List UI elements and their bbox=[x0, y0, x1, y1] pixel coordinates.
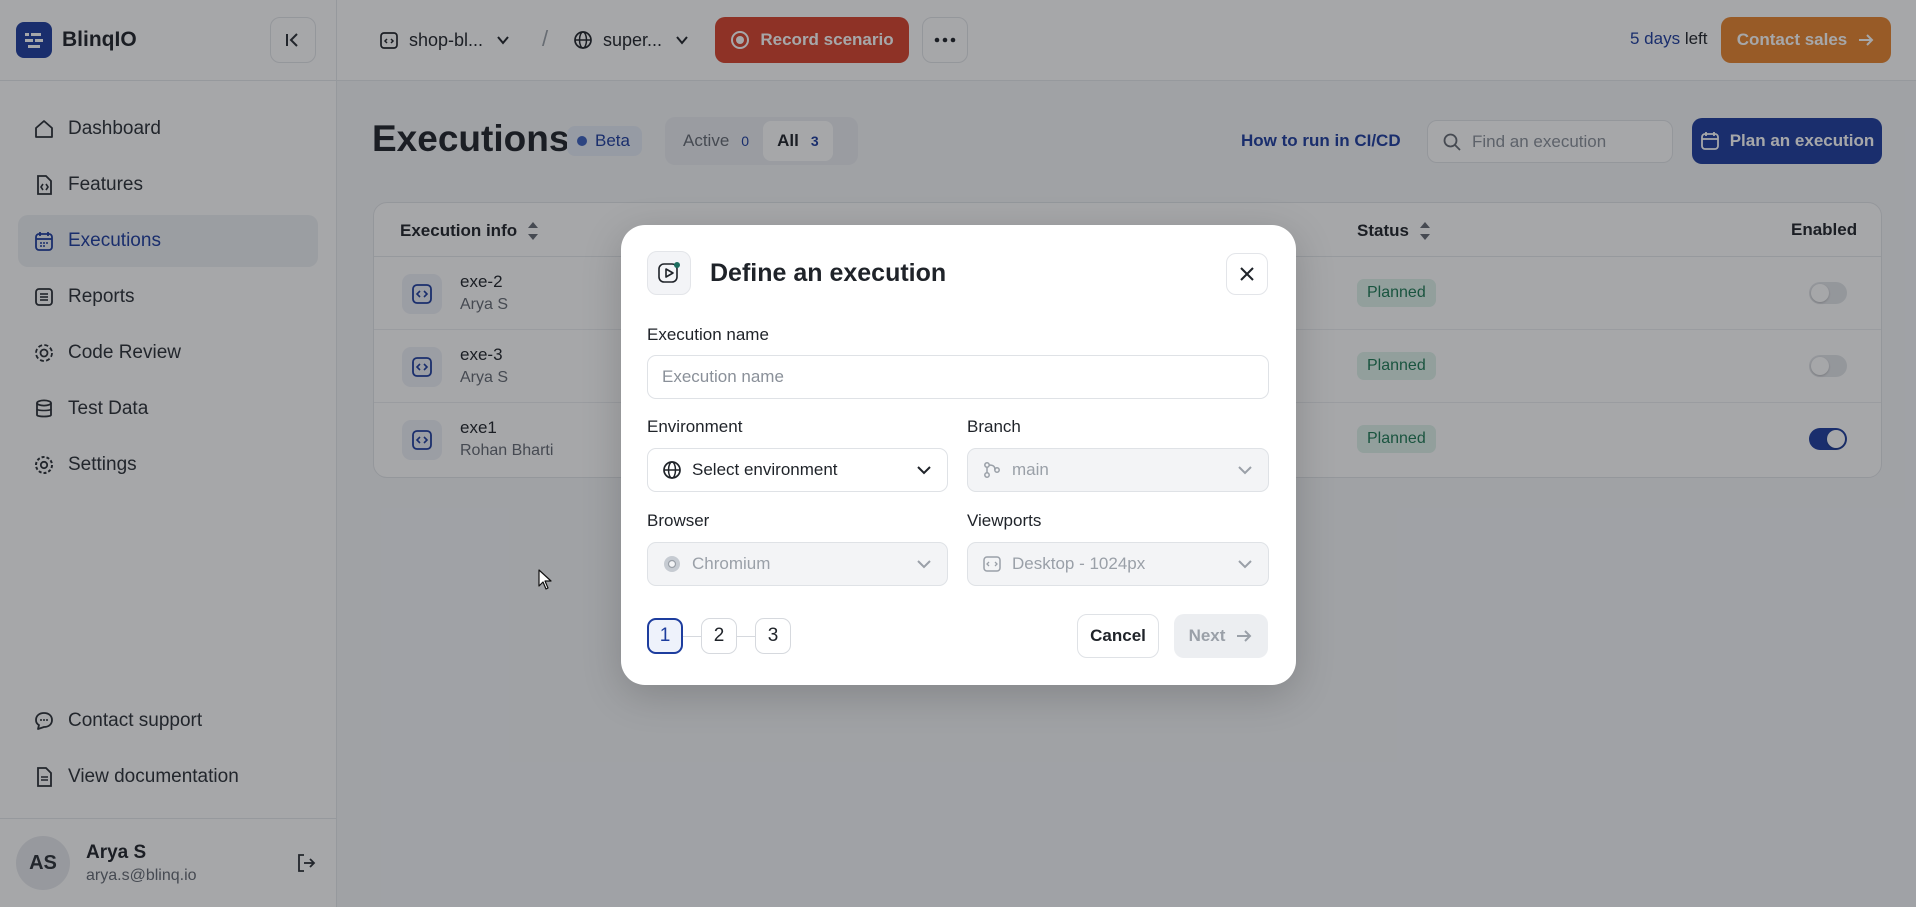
play-icon bbox=[647, 251, 691, 295]
chevron-down-icon bbox=[1236, 555, 1254, 573]
step-3[interactable]: 3 bbox=[755, 618, 791, 654]
dialog-title: Define an execution bbox=[710, 259, 947, 287]
chromium-icon bbox=[662, 554, 682, 574]
viewports-value: Desktop - 1024px bbox=[1012, 554, 1146, 573]
chevron-down-icon bbox=[915, 461, 933, 479]
branch-select[interactable]: main bbox=[967, 448, 1269, 492]
step-indicator: 1 2 3 bbox=[647, 618, 791, 654]
execution-name-field bbox=[647, 355, 1269, 399]
branch-label: Branch bbox=[967, 417, 1021, 436]
environment-select[interactable]: Select environment bbox=[647, 448, 948, 492]
browser-label: Browser bbox=[647, 511, 710, 530]
step-connector bbox=[737, 635, 755, 637]
close-button[interactable] bbox=[1226, 253, 1268, 295]
browser-select[interactable]: Chromium bbox=[647, 542, 948, 586]
chevron-down-icon bbox=[1236, 461, 1254, 479]
execution-name-label: Execution name bbox=[647, 325, 769, 344]
branch-value: main bbox=[1012, 460, 1049, 479]
step-2[interactable]: 2 bbox=[701, 618, 737, 654]
step-connector bbox=[683, 635, 701, 637]
mouse-cursor-icon bbox=[538, 569, 554, 596]
next-label: Next bbox=[1188, 626, 1226, 645]
define-execution-dialog: Define an execution Execution name Envir… bbox=[621, 225, 1296, 685]
arrow-right-icon bbox=[1235, 627, 1253, 645]
environment-value: Select environment bbox=[692, 460, 838, 479]
globe-icon bbox=[662, 460, 682, 480]
viewport-icon bbox=[982, 554, 1002, 574]
chevron-down-icon bbox=[915, 555, 933, 573]
branch-icon bbox=[982, 460, 1002, 480]
close-icon bbox=[1240, 267, 1254, 281]
execution-name-input[interactable] bbox=[662, 367, 1268, 387]
browser-value: Chromium bbox=[692, 554, 771, 573]
viewports-label: Viewports bbox=[967, 511, 1042, 530]
step-1[interactable]: 1 bbox=[647, 618, 683, 654]
viewports-select[interactable]: Desktop - 1024px bbox=[967, 542, 1269, 586]
next-button[interactable]: Next bbox=[1174, 614, 1268, 658]
environment-label: Environment bbox=[647, 417, 743, 436]
cancel-button[interactable]: Cancel bbox=[1077, 614, 1159, 658]
